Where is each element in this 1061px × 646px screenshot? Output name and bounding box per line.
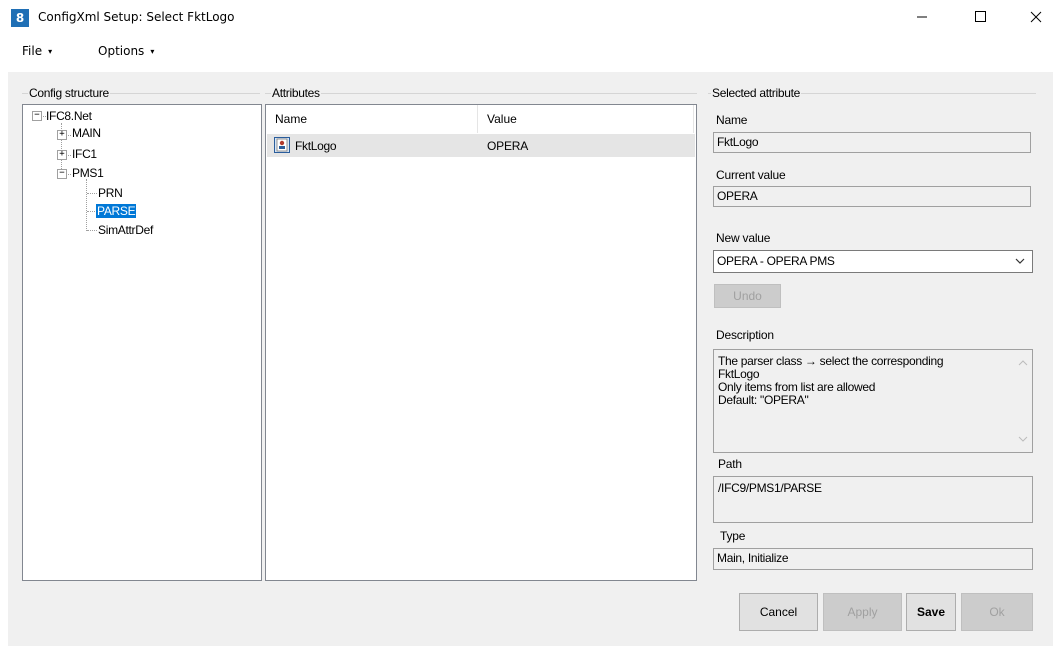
type-label: Type <box>720 529 746 543</box>
maximize-icon <box>975 11 986 22</box>
name-label: Name <box>716 113 748 127</box>
ok-button[interactable]: Ok <box>961 593 1033 631</box>
scroll-down-icon <box>1018 436 1028 442</box>
group-border <box>265 93 697 94</box>
collapse-icon[interactable]: − <box>57 169 67 179</box>
current-value-label: Current value <box>716 168 786 182</box>
expand-icon[interactable]: + <box>57 150 67 160</box>
new-value-dropdown[interactable]: OPERA - OPERA PMS <box>713 250 1033 273</box>
current-value-field[interactable]: OPERA <box>713 186 1031 207</box>
path-field[interactable]: /IFC9/PMS1/PARSE <box>713 476 1033 523</box>
tree-node-parse[interactable]: PARSE <box>96 204 137 218</box>
config-tree[interactable]: − IFC8.Net + MAIN + IFC1 − PMS1 PRN PARS… <box>22 104 262 581</box>
chevron-down-icon: ▾ <box>48 47 53 56</box>
description-scrollbar[interactable] <box>1015 351 1031 451</box>
menu-file[interactable]: File ▾ <box>22 44 52 58</box>
new-value-label: New value <box>716 231 771 245</box>
tree-line <box>87 193 97 194</box>
new-value-selected: OPERA - OPERA PMS <box>717 254 835 268</box>
apply-button[interactable]: Apply <box>823 593 902 631</box>
cancel-button[interactable]: Cancel <box>739 593 818 631</box>
tree-line <box>86 179 87 231</box>
collapse-icon[interactable]: − <box>32 111 42 121</box>
window-title: ConfigXml Setup: Select FktLogo <box>38 10 235 24</box>
app-icon: 8 <box>11 9 29 27</box>
undo-button[interactable]: Undo <box>714 284 781 308</box>
type-field[interactable]: Main, Initialize <box>713 548 1033 570</box>
name-field[interactable]: FktLogo <box>713 132 1031 153</box>
tree-node-ifc8net[interactable]: IFC8.Net <box>46 109 92 123</box>
attribute-value: OPERA <box>487 139 529 153</box>
title-bar: 8 ConfigXml Setup: Select FktLogo <box>0 0 1061 36</box>
column-header-value[interactable]: Value <box>487 105 517 133</box>
menu-bar: File ▾ Options ▾ <box>0 36 1061 68</box>
expand-icon[interactable]: + <box>57 130 67 140</box>
tree-node-main[interactable]: MAIN <box>72 126 101 140</box>
column-separator[interactable] <box>477 105 478 133</box>
menu-options-label: Options <box>98 44 145 58</box>
table-row[interactable]: FktLogo OPERA <box>267 134 695 157</box>
close-button[interactable] <box>1013 0 1059 34</box>
chevron-down-icon <box>1015 258 1025 264</box>
tree-node-ifc1[interactable]: IFC1 <box>72 147 97 161</box>
chevron-down-icon: ▾ <box>150 47 155 56</box>
attributes-title: Attributes <box>271 86 321 100</box>
description-box[interactable]: The parser class → select the correspond… <box>713 349 1033 453</box>
menu-options[interactable]: Options ▾ <box>98 44 154 58</box>
path-value: /IFC9/PMS1/PARSE <box>718 481 822 495</box>
description-label: Description <box>716 328 774 342</box>
close-icon <box>1030 11 1042 23</box>
path-label: Path <box>718 457 742 471</box>
description-line: Default: "OPERA" <box>718 393 809 407</box>
minimize-icon <box>917 16 927 18</box>
attribute-icon <box>274 137 290 153</box>
menu-file-label: File <box>22 44 43 58</box>
save-button[interactable]: Save <box>906 593 956 631</box>
column-separator[interactable] <box>693 105 694 133</box>
minimize-button[interactable] <box>899 0 945 34</box>
tree-node-simattrdef[interactable]: SimAttrDef <box>98 223 153 237</box>
attributes-list[interactable]: Name Value FktLogo OPERA <box>265 104 697 581</box>
config-structure-title: Config structure <box>28 86 110 100</box>
column-header-name[interactable]: Name <box>275 105 307 133</box>
maximize-button[interactable] <box>957 0 1003 34</box>
tree-node-pms1[interactable]: PMS1 <box>72 166 104 180</box>
attribute-name: FktLogo <box>295 139 337 153</box>
scroll-up-icon <box>1018 360 1028 366</box>
tree-line <box>87 230 97 231</box>
selected-attribute-title: Selected attribute <box>711 86 801 100</box>
tree-node-prn[interactable]: PRN <box>98 186 123 200</box>
